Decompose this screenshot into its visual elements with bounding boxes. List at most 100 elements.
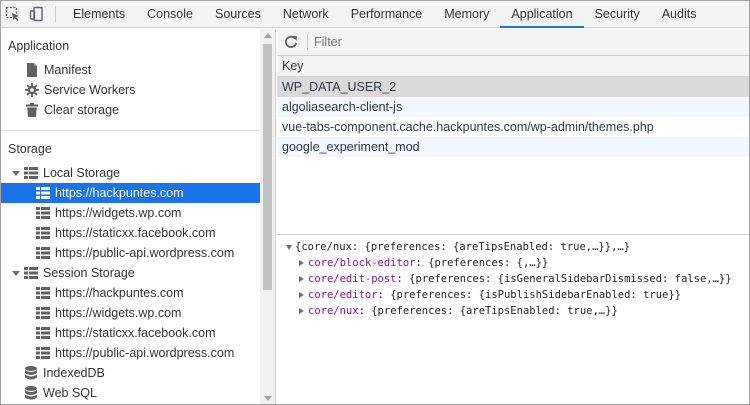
tab-label: Network [282,7,329,21]
sidebar-item-label: https://hackpuntes.com [55,286,184,300]
sidebar-item-indexeddb[interactable]: IndexedDB [1,363,261,383]
value-preview: {core/nux: {preferences: {areTipsEnabled… [277,235,749,404]
collapse-triangle-icon[interactable] [297,276,306,282]
application-sidebar: Application Manifest Service Workers Cle… [1,29,276,404]
gear-icon [25,83,39,97]
document-icon [25,63,39,77]
tab-console[interactable]: Console [136,1,204,27]
preview-value: {preferences: {isPublishSidebarEnabled: … [390,289,681,301]
sidebar-item-session-public-api[interactable]: https://public-api.wordpress.com [1,343,261,363]
tab-label: Performance [350,7,423,21]
trash-icon [25,103,39,117]
preview-value: {preferences: {areTipsEnabled: true,…}} [371,305,618,317]
preview-root[interactable]: {core/nux: {preferences: {areTipsEnabled… [284,239,630,255]
sidebar-item-label: Service Workers [44,83,136,97]
table-row[interactable]: vue-tabs-component.cache.hackpuntes.com/… [277,117,749,137]
grid-icon [36,346,50,360]
tab-label: Elements [73,7,126,21]
sidebar-item-session-storage[interactable]: Session Storage [1,263,261,283]
sidebar-item-session-widgets[interactable]: https://widgets.wp.com [1,303,261,323]
sidebar-item-local-widgets[interactable]: https://widgets.wp.com [1,203,261,223]
devtools-tabbar: Elements Console Sources Network Perform… [1,1,749,28]
tab-label: Application [511,7,573,21]
sidebar-item-local-staticxx[interactable]: https://staticxx.facebook.com [1,223,261,243]
sidebar-item-label: Web SQL [43,386,97,400]
sidebar-item-label: https://hackpuntes.com [55,186,184,200]
device-toolbar-icon[interactable] [25,1,49,27]
preview-child[interactable]: core/block-editor: {preferences: {,…}} [297,255,548,271]
database-icon [24,386,38,400]
grid-icon [36,306,50,320]
scroll-up-arrow-icon[interactable] [264,33,272,38]
preview-child[interactable]: core/editor: {preferences: {isPublishSid… [297,287,681,303]
grid-icon [36,186,50,200]
sidebar-item-label: https://widgets.wp.com [55,306,182,320]
chevron-down-icon[interactable] [11,170,21,176]
collapse-triangle-icon[interactable] [297,308,306,314]
tab-security[interactable]: Security [584,1,651,27]
sidebar-item-label: https://widgets.wp.com [55,206,182,220]
sidebar-item-service-workers[interactable]: Service Workers [1,80,261,100]
tab-network[interactable]: Network [272,1,340,27]
expand-triangle-icon[interactable] [284,244,293,250]
preview-key: core/nux [308,305,359,317]
tab-elements[interactable]: Elements [62,1,136,27]
grid-icon [36,226,50,240]
table-row[interactable]: WP_DATA_USER_2 [277,77,749,97]
preview-value: {preferences: {isGeneralSidebarDismissed… [409,273,732,285]
preview-root-value: {core/nux: {preferences: {areTipsEnabled… [295,241,631,253]
preview-key: core/editor [308,289,378,301]
chevron-down-icon[interactable] [11,270,21,276]
table-row[interactable]: algoliasearch-client-js [277,97,749,117]
preview-key: core/block-editor [308,257,416,269]
table-row[interactable]: google_experiment_mod [277,137,749,157]
preview-key: core/edit-post [308,273,397,285]
sidebar-item-clear-storage[interactable]: Clear storage [1,100,261,120]
table-cell-key: WP_DATA_USER_2 [282,80,397,94]
inspect-element-icon[interactable] [1,1,25,27]
tab-label: Security [594,7,640,21]
devtools-window: Elements Console Sources Network Perform… [0,0,750,405]
grid-icon [24,266,38,280]
collapse-triangle-icon[interactable] [297,292,306,298]
filter-input[interactable] [314,35,714,49]
tab-memory[interactable]: Memory [433,1,500,27]
tab-audits[interactable]: Audits [651,1,708,27]
sidebar-item-label: Manifest [44,63,92,77]
grid-icon [36,286,50,300]
preview-child[interactable]: core/edit-post: {preferences: {isGeneral… [297,271,732,287]
storage-main-pane: Key WP_DATA_USER_2 algoliasearch-client-… [277,29,749,404]
scroll-down-arrow-icon[interactable] [264,396,272,401]
preview-child[interactable]: core/nux: {preferences: {areTipsEnabled:… [297,303,618,319]
sidebar-item-session-staticxx[interactable]: https://staticxx.facebook.com [1,323,261,343]
column-header-label: Key [282,59,304,73]
tab-label: Memory [444,7,490,21]
sidebar-item-label: https://public-api.wordpress.com [55,346,235,360]
tab-application[interactable]: Application [500,1,584,28]
sidebar-item-session-hackpuntes[interactable]: https://hackpuntes.com [1,283,261,303]
database-icon [24,366,38,380]
sidebar-item-local-public-api[interactable]: https://public-api.wordpress.com [1,243,261,263]
section-divider [1,130,261,131]
refresh-icon [285,35,298,48]
grid-icon [36,206,50,220]
preview-value: {preferences: {,…}} [428,257,549,269]
section-title-storage: Storage [8,142,52,156]
sidebar-scrollbar[interactable] [260,29,275,404]
column-header-key[interactable]: Key [277,56,749,77]
refresh-button[interactable] [277,29,305,56]
sidebar-item-manifest[interactable]: Manifest [1,60,261,80]
filter-toolbar [277,29,749,56]
collapse-triangle-icon[interactable] [297,260,306,266]
sidebar-item-local-hackpuntes[interactable]: https://hackpuntes.com [1,183,261,203]
sidebar-item-label: Clear storage [44,103,120,117]
grid-icon [36,246,50,260]
tab-sources[interactable]: Sources [204,1,272,27]
sidebar-item-local-storage[interactable]: Local Storage [1,163,261,183]
scrollbar-thumb[interactable] [263,44,272,290]
sidebar-item-websql[interactable]: Web SQL [1,383,261,403]
table-cell-key: vue-tabs-component.cache.hackpuntes.com/… [282,120,654,134]
section-title-application: Application [8,39,70,53]
tab-performance[interactable]: Performance [340,1,434,27]
sidebar-item-label: https://public-api.wordpress.com [55,246,235,260]
